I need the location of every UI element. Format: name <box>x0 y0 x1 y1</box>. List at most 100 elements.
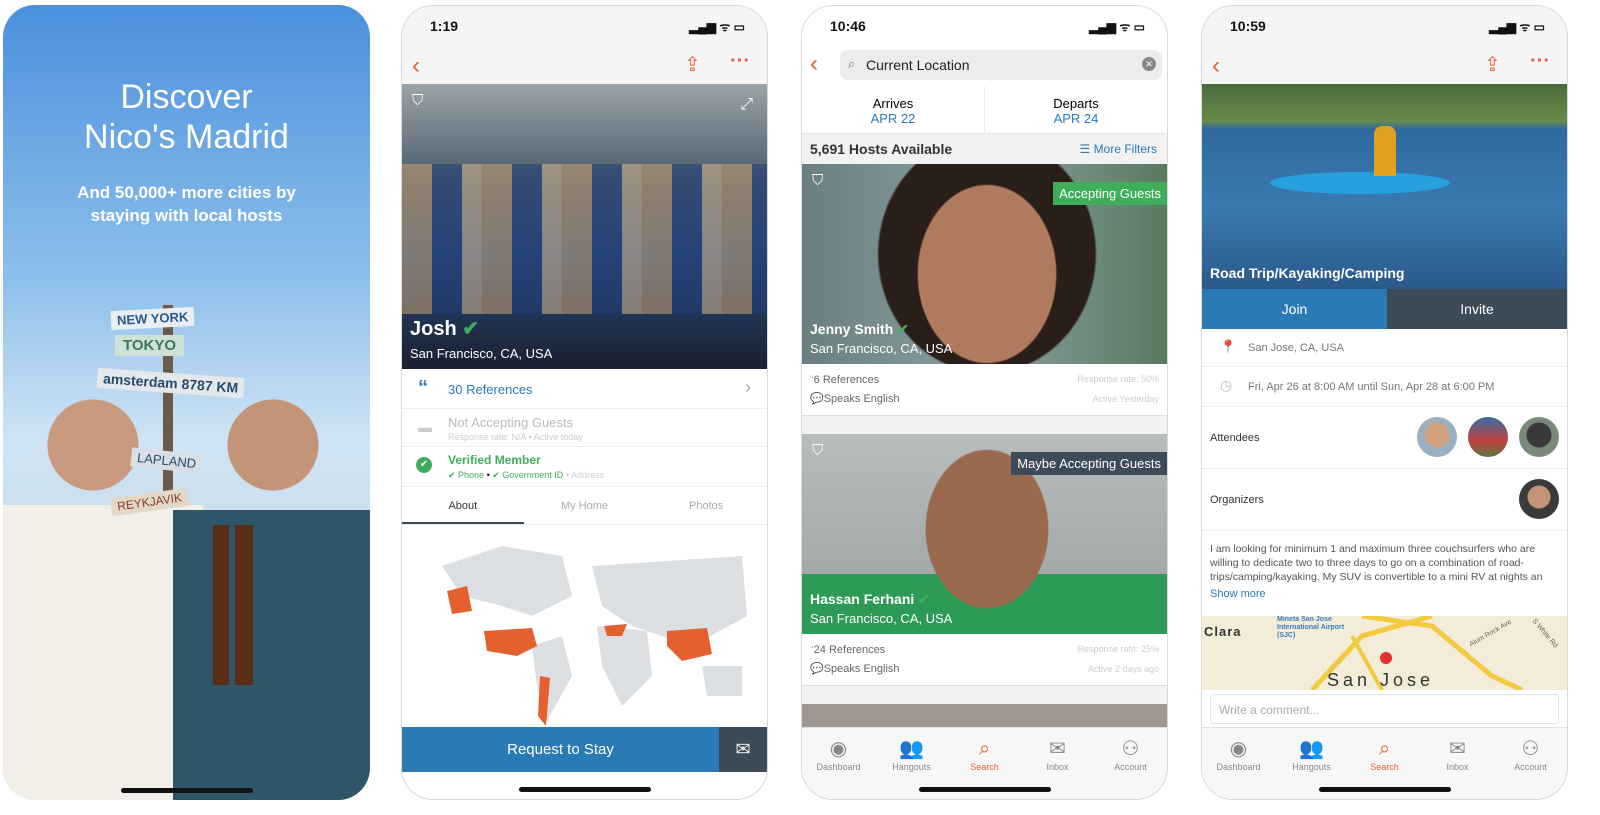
host-name: Jenny Smith <box>810 321 894 337</box>
bookmark-icon[interactable]: ⛉ <box>812 172 823 189</box>
tab-account[interactable]: ⚇ Account <box>1494 728 1567 799</box>
event-map[interactable]: Clara Mineta San Jose International Airp… <box>1202 616 1567 690</box>
avatar[interactable] <box>1468 417 1508 457</box>
home-indicator <box>918 787 1051 792</box>
account-icon: ⚇ <box>1121 738 1140 760</box>
kayak <box>1270 172 1450 194</box>
search-icon: ⌕ <box>978 738 991 760</box>
home-indicator <box>120 788 253 793</box>
last-active: Active Yesterday <box>1092 394 1159 404</box>
host-name: Josh <box>410 318 457 340</box>
tab-label: Dashboard <box>1216 762 1261 772</box>
tab-dashboard[interactable]: ◉ Dashboard <box>1202 728 1275 799</box>
screen-profile: 1:19 ▂▄▆ ᯤ ▭ ‹ ⇪ ··· ⛉ ⤢ Josh ✔ San Fran… <box>401 5 768 800</box>
people-icon: 👥 <box>1299 738 1324 760</box>
tab-account[interactable]: ⚇ Account <box>1094 728 1167 799</box>
show-more-link[interactable]: Show more <box>1210 588 1266 600</box>
tab-my-home[interactable]: My Home <box>524 487 646 524</box>
screen-hangout-event: 10:59 ▂▄▆ ᯤ ▭ ‹ ⇪ ··· Road Trip/Kayaking… <box>1201 5 1568 800</box>
verified-phone: ✔ Phone <box>448 470 485 480</box>
dashboard-icon: ◉ <box>1229 738 1248 760</box>
beer-bottles <box>213 525 253 685</box>
host-location: San Francisco, CA, USA <box>410 346 553 361</box>
subtitle-line2: staying with local hosts <box>90 206 283 225</box>
speech-bubble-icon: 💬 <box>810 663 824 675</box>
hosting-status: Not Accepting Guests <box>448 415 574 430</box>
bookmark-icon[interactable]: ⛉ <box>812 442 823 459</box>
more-icon[interactable]: ··· <box>730 50 750 73</box>
share-icon[interactable]: ⇪ <box>1484 52 1501 77</box>
clock: 10:46 <box>830 18 866 34</box>
clock-icon: ◷ <box>1220 377 1233 393</box>
people-icon: 👥 <box>899 738 924 760</box>
tab-about[interactable]: About <box>402 487 524 524</box>
tab-label: Inbox <box>1046 762 1069 772</box>
verified-icon: ✔ <box>897 321 909 337</box>
tab-label: Dashboard <box>816 762 861 772</box>
tab-label: Account <box>1114 762 1147 772</box>
event-location: San Jose, CA, USA <box>1248 342 1344 354</box>
avatar[interactable] <box>1417 417 1457 457</box>
back-button[interactable]: ‹ <box>412 52 420 80</box>
event-title: Road Trip/Kayaking/Camping <box>1210 265 1405 281</box>
screen-discover: Discover Nico's Madrid And 50,000+ more … <box>3 5 370 800</box>
hosting-status-row: ▬ Not Accepting Guests Response rate: N/… <box>402 409 767 447</box>
departs-date-picker[interactable]: Departs APR 24 <box>985 86 1167 133</box>
world-map <box>442 546 747 726</box>
filter-icon: ☰ <box>1079 142 1091 156</box>
references-link: 30 References <box>448 382 533 397</box>
comment-input[interactable]: Write a comment... <box>1210 694 1559 724</box>
request-to-stay-button[interactable]: Request to Stay <box>402 727 719 772</box>
event-photo: Road Trip/Kayaking/Camping <box>1202 84 1567 289</box>
status-bar: 10:46 ▂▄▆ ᯤ ▭ <box>802 6 1167 46</box>
expand-icon[interactable]: ⤢ <box>740 96 753 114</box>
clock: 1:19 <box>430 18 459 34</box>
tab-photos[interactable]: Photos <box>645 487 767 524</box>
host-name: Hassan Ferhani <box>810 591 915 607</box>
back-button[interactable]: ‹ <box>810 50 818 78</box>
tab-dashboard[interactable]: ◉ Dashboard <box>802 728 875 799</box>
join-button[interactable]: Join <box>1202 289 1387 329</box>
datetime-row: ◷ Fri, Apr 26 at 8:00 AM until Sun, Apr … <box>1202 367 1567 407</box>
bookmark-icon[interactable]: ⛉ <box>412 92 423 109</box>
avatar[interactable] <box>1519 417 1559 457</box>
verified-government-id: ✔ Government ID <box>492 470 564 480</box>
location-row: 📍 San Jose, CA, USA <box>1202 329 1567 367</box>
response-rate: Response rate: N/A • Active today <box>448 432 583 442</box>
event-description: I am looking for minimum 1 and maximum t… <box>1210 543 1543 583</box>
host-card-photo[interactable]: ⛉ Accepting Guests Jenny Smith ✔ San Fra… <box>802 164 1167 364</box>
more-icon[interactable]: ··· <box>1530 50 1550 73</box>
departs-date: APR 24 <box>1053 111 1099 126</box>
title-line2: Nico's Madrid <box>84 118 289 156</box>
arrives-date-picker[interactable]: Arrives APR 22 <box>802 86 985 133</box>
verified-icon: ✔ <box>918 591 930 607</box>
clear-icon[interactable]: ✕ <box>1142 57 1156 71</box>
person-right <box>173 385 370 800</box>
status-badge: Accepting Guests <box>1053 182 1167 205</box>
host-card-photo[interactable]: ⛉ Maybe Accepting Guests Hassan Ferhani … <box>802 434 1167 634</box>
tab-label: Inbox <box>1446 762 1469 772</box>
references-row[interactable]: “ 30 References › <box>402 369 767 409</box>
attendees-row[interactable]: Attendees <box>1202 407 1567 469</box>
search-input[interactable]: ⌕ Current Location ✕ <box>840 50 1162 80</box>
sign: TOKYO <box>115 335 185 356</box>
sign: NEW YORK <box>110 306 195 331</box>
organizers-row[interactable]: Organizers <box>1202 469 1567 531</box>
more-filters-button[interactable]: ☰ More Filters <box>1080 142 1157 156</box>
home-indicator <box>1318 787 1451 792</box>
status-bar: 10:59 ▂▄▆ ᯤ ▭ <box>1202 6 1567 84</box>
response-rate: Response rate: 50% <box>1077 374 1159 384</box>
share-icon[interactable]: ⇪ <box>684 52 701 77</box>
clock: 10:59 <box>1230 18 1266 34</box>
map-label: Clara <box>1204 624 1242 639</box>
avatar[interactable] <box>1519 479 1559 519</box>
status-icons: ▂▄▆ ᯤ ▭ <box>1089 20 1145 34</box>
inbox-icon: ✉ <box>1449 738 1466 760</box>
invite-button[interactable]: Invite <box>1387 289 1567 329</box>
tab-label: Hangouts <box>1292 762 1331 772</box>
back-button[interactable]: ‹ <box>1212 52 1220 80</box>
verified-icon: ✔ <box>462 318 480 340</box>
screen-search: 10:46 ▂▄▆ ᯤ ▭ ‹ ⌕ Current Location ✕ Arr… <box>801 5 1168 800</box>
status-icons: ▂▄▆ ᯤ ▭ <box>689 20 745 34</box>
message-button[interactable]: ✉ <box>719 727 767 772</box>
